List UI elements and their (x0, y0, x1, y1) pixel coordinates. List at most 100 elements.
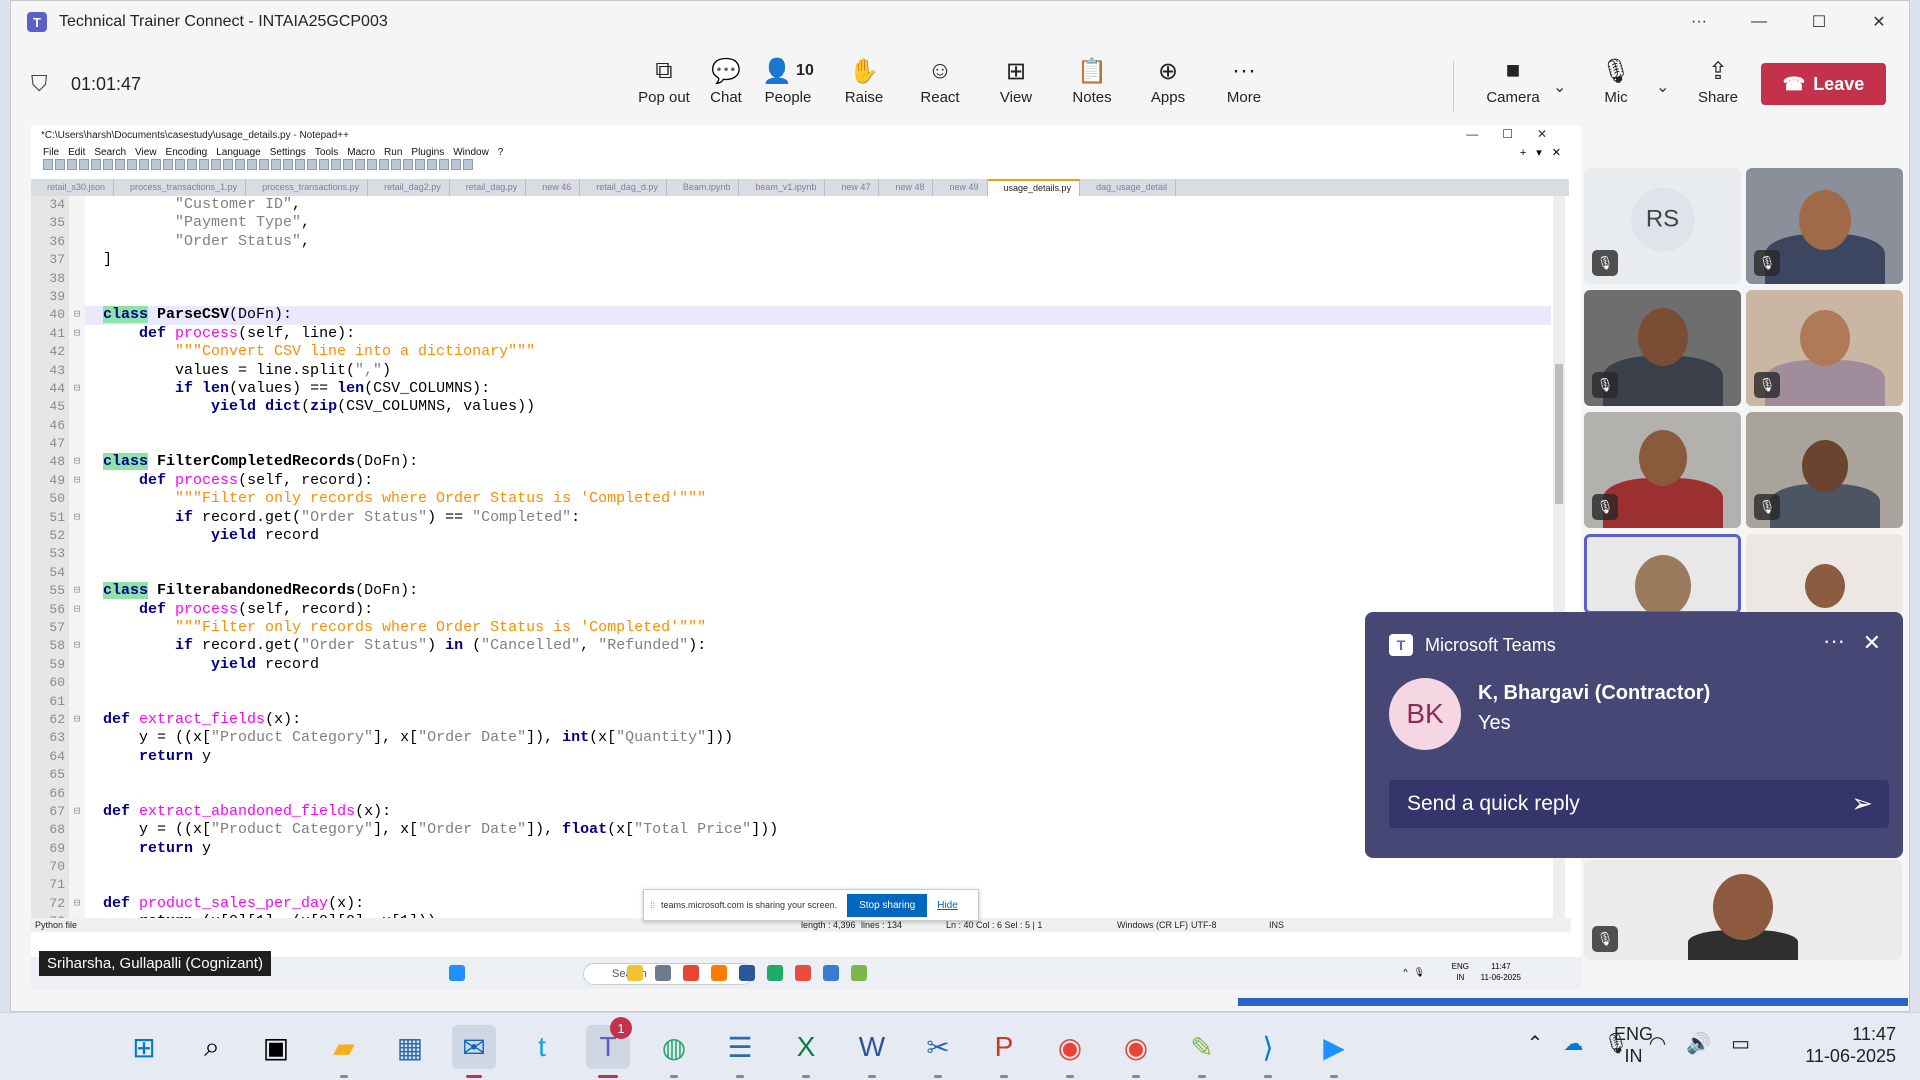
code-line[interactable]: 48 ⊟ class FilterCompletedRecords(DoFn): (31, 453, 1551, 472)
participant-tile[interactable]: RS 🎙 (1584, 168, 1741, 284)
send-icon[interactable]: ➢ (1851, 788, 1873, 819)
search-icon[interactable]: ⌕ (190, 1025, 234, 1069)
fold-marker[interactable] (69, 398, 85, 417)
file-tab[interactable]: retail_dag2.py (368, 179, 450, 196)
battery-icon[interactable]: ▭ (1731, 1031, 1750, 1056)
fold-marker[interactable] (69, 251, 85, 270)
toolbar-icon[interactable] (331, 159, 341, 170)
menu-edit[interactable]: Edit (68, 147, 85, 158)
notification-close-icon[interactable]: ✕ (1863, 630, 1881, 656)
participant-tile[interactable]: 🎙 (1746, 412, 1903, 528)
fold-marker[interactable]: ⊟ (69, 710, 85, 730)
system-clock[interactable]: 11:47 11-06-2025 (1805, 1023, 1896, 1067)
code-line[interactable]: 70 (31, 858, 1551, 877)
start-button[interactable]: ⊞ (122, 1025, 166, 1069)
file-tab[interactable]: new 47 (825, 179, 880, 196)
fold-marker[interactable]: ⊟ (69, 306, 85, 325)
fold-marker[interactable] (69, 527, 85, 546)
toolbar-icon[interactable] (319, 159, 329, 170)
toolbar-icon[interactable] (115, 159, 125, 170)
participant-tile[interactable]: 🎙 (1584, 860, 1902, 960)
participant-tile[interactable]: 🎙 (1746, 290, 1903, 406)
code-line[interactable]: 38 (31, 269, 1551, 288)
leave-button[interactable]: ☎ Leave (1761, 63, 1886, 105)
input-language[interactable]: ENG IN (1614, 1023, 1653, 1067)
chrome-profile-icon[interactable]: ◉ (1114, 1025, 1158, 1069)
notes-button[interactable]: 📋 Notes (1057, 53, 1127, 119)
file-tab[interactable]: Beam.ipynb (667, 179, 740, 196)
code-line[interactable]: 45 yield dict(zip(CSV_COLUMNS, values)) (31, 398, 1551, 417)
share-button[interactable]: ⇪ Share (1683, 53, 1753, 119)
fold-marker[interactable] (69, 692, 85, 711)
toolbar-icon[interactable] (67, 159, 77, 170)
toolbar-icon[interactable] (343, 159, 353, 170)
toolbar-icon[interactable] (415, 159, 425, 170)
more-options-icon[interactable]: ··· (1669, 1, 1729, 43)
code-line[interactable]: 36 "Order Status", (31, 232, 1551, 252)
code-line[interactable]: 39 (31, 287, 1551, 307)
file-tab[interactable]: retail_dag.py (450, 179, 527, 196)
file-tab[interactable]: process_transactions.py (246, 179, 369, 196)
menu-help[interactable]: ? (498, 147, 504, 158)
pop-out-button[interactable]: ⧉ Pop out (629, 53, 699, 119)
code-line[interactable]: 54 (31, 563, 1551, 583)
menu-window[interactable]: Window (453, 147, 489, 158)
fold-marker[interactable] (69, 545, 85, 564)
code-line[interactable]: 51 ⊟ if record.get("Order Status") == "Co… (31, 508, 1551, 528)
code-line[interactable]: 57 """Filter only records where Order St… (31, 618, 1551, 638)
teams-classic-icon[interactable]: t (520, 1025, 564, 1069)
fold-marker[interactable] (69, 232, 85, 252)
fold-marker[interactable] (69, 858, 85, 877)
fold-marker[interactable]: ⊟ (69, 894, 85, 914)
file-tab[interactable]: dag_usage_detail (1080, 179, 1177, 196)
file-tab-active[interactable]: usage_details.py (987, 179, 1081, 196)
code-line[interactable]: 37] (31, 251, 1551, 270)
fold-marker[interactable] (69, 361, 85, 380)
code-line[interactable]: 46 (31, 416, 1551, 436)
excel-icon[interactable]: X (784, 1025, 828, 1069)
toolbar-icon[interactable] (55, 159, 65, 170)
mic-options-chevron-icon[interactable]: ⌄ (1656, 77, 1669, 97)
toolbar-icon[interactable] (223, 159, 233, 170)
menu-tools[interactable]: Tools (315, 147, 338, 158)
fold-marker[interactable] (69, 490, 85, 509)
toolbar-icon[interactable] (127, 159, 137, 170)
fold-marker[interactable] (69, 416, 85, 436)
file-tab[interactable]: process_transactions_1.py (114, 179, 247, 196)
menu-language[interactable]: Language (216, 147, 261, 158)
toolbar-icon[interactable] (427, 159, 437, 170)
toolbar-icon[interactable] (379, 159, 389, 170)
toolbar-icon[interactable] (211, 159, 221, 170)
file-tab[interactable]: beam_v1.ipynb (739, 179, 826, 196)
code-line[interactable]: 68 y = ((x["Product Category"], x["Order… (31, 821, 1551, 840)
file-tab[interactable]: new 46 (526, 179, 581, 196)
camera-button[interactable]: ■ Camera (1478, 53, 1548, 119)
toolbar-icon[interactable] (187, 159, 197, 170)
toolbar-icon[interactable] (103, 159, 113, 170)
code-line[interactable]: 49 ⊟ def process(self, record): (31, 471, 1551, 491)
fold-marker[interactable] (69, 784, 85, 803)
chrome-icon[interactable]: ◉ (1048, 1025, 1092, 1069)
toolbar-icon[interactable] (175, 159, 185, 170)
menu-encoding[interactable]: Encoding (166, 147, 208, 158)
code-line[interactable]: 59 yield record (31, 655, 1551, 675)
vscode-icon[interactable]: ⟩ (1246, 1025, 1290, 1069)
maximize-button[interactable]: ☐ (1789, 1, 1849, 43)
store-icon[interactable]: ▦ (388, 1025, 432, 1069)
toolbar-icon[interactable] (151, 159, 161, 170)
fold-marker[interactable]: ⊟ (69, 600, 85, 619)
fold-marker[interactable] (69, 729, 85, 748)
code-line[interactable]: 41 ⊟ def process(self, line): (31, 324, 1551, 344)
code-line[interactable]: 35 "Payment Type", (31, 214, 1551, 233)
camera-options-chevron-icon[interactable]: ⌄ (1553, 77, 1566, 97)
code-line[interactable]: 64 return y (31, 747, 1551, 767)
menu-macro[interactable]: Macro (347, 147, 375, 158)
react-button[interactable]: ☺ React (905, 53, 975, 119)
toolbar-icon[interactable] (295, 159, 305, 170)
code-line[interactable]: 60 (31, 674, 1551, 693)
code-line[interactable]: 43 values = line.split(",") (31, 361, 1551, 380)
code-line[interactable]: 53 (31, 545, 1551, 564)
close-button[interactable]: ✕ (1849, 1, 1909, 43)
fold-marker[interactable] (69, 839, 85, 859)
code-line[interactable]: 40 ⊟ class ParseCSV(DoFn): (31, 306, 1551, 325)
